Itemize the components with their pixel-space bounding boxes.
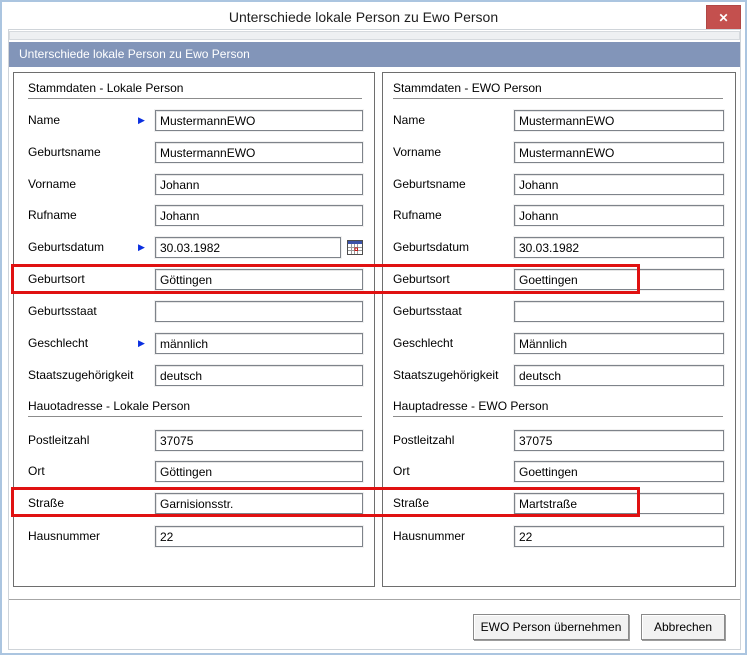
ewo-person-panel: Stammdaten - EWO Person Name Vorname Geb… bbox=[382, 72, 736, 587]
name-label-local: Name bbox=[28, 110, 60, 131]
close-button[interactable]: ✕ bbox=[706, 5, 741, 30]
stammdaten-local-heading: Stammdaten - Lokale Person bbox=[28, 81, 362, 99]
vorname-label-local: Vorname bbox=[28, 174, 76, 195]
ort-label-ewo: Ort bbox=[393, 461, 410, 482]
geburtsdatum-label-ewo: Geburtsdatum bbox=[393, 237, 469, 258]
rufname-input-local[interactable] bbox=[155, 205, 363, 226]
strasse-label-ewo: Straße bbox=[393, 493, 429, 514]
postleitzahl-label-local: Postleitzahl bbox=[28, 430, 89, 451]
name-input-local[interactable] bbox=[155, 110, 363, 131]
geschlecht-label-local: Geschlecht bbox=[28, 333, 88, 354]
geburtsstaat-input-local[interactable] bbox=[155, 301, 363, 322]
diff-arrow-icon: ▶ bbox=[138, 237, 148, 258]
calendar-icon[interactable] bbox=[347, 240, 363, 255]
geburtsdatum-input-local[interactable] bbox=[155, 237, 341, 258]
geschlecht-input-ewo[interactable] bbox=[514, 333, 724, 354]
strasse-label-local: Straße bbox=[28, 493, 64, 514]
staatszugehoerigkeit-input-local[interactable] bbox=[155, 365, 363, 386]
staatszugehoerigkeit-input-ewo[interactable] bbox=[514, 365, 724, 386]
geburtsname-input-ewo[interactable] bbox=[514, 174, 724, 195]
ort-label-local: Ort bbox=[28, 461, 45, 482]
name-label-ewo: Name bbox=[393, 110, 425, 131]
stammdaten-ewo-heading: Stammdaten - EWO Person bbox=[393, 81, 723, 99]
postleitzahl-input-local[interactable] bbox=[155, 430, 363, 451]
geschlecht-input-local[interactable] bbox=[155, 333, 363, 354]
name-input-ewo[interactable] bbox=[514, 110, 724, 131]
cancel-button[interactable]: Abbrechen bbox=[641, 614, 725, 640]
hausnummer-input-local[interactable] bbox=[155, 526, 363, 547]
close-icon: ✕ bbox=[718, 11, 728, 25]
strasse-input-ewo[interactable] bbox=[514, 493, 724, 514]
geburtsname-input-local[interactable] bbox=[155, 142, 363, 163]
rufname-input-ewo[interactable] bbox=[514, 205, 724, 226]
rufname-label-ewo: Rufname bbox=[393, 205, 442, 226]
hausnummer-label-ewo: Hausnummer bbox=[393, 526, 465, 547]
diff-arrow-icon: ▶ bbox=[138, 110, 148, 131]
adresse-local-heading: Hauotadresse - Lokale Person bbox=[28, 399, 362, 417]
strasse-input-local[interactable] bbox=[155, 493, 363, 514]
staatszugehoerigkeit-label-ewo: Staatszugehörigkeit bbox=[393, 365, 498, 386]
hausnummer-label-local: Hausnummer bbox=[28, 526, 100, 547]
geburtsdatum-label-local: Geburtsdatum bbox=[28, 237, 104, 258]
ort-input-ewo[interactable] bbox=[514, 461, 724, 482]
geburtsort-label-ewo: Geburtsort bbox=[393, 269, 450, 290]
vorname-input-ewo[interactable] bbox=[514, 142, 724, 163]
geburtsname-label-ewo: Geburtsname bbox=[393, 174, 466, 195]
dialog-window: Unterschiede lokale Person zu Ewo Person… bbox=[0, 0, 747, 655]
section-header: Unterschiede lokale Person zu Ewo Person bbox=[9, 42, 740, 67]
footer-divider bbox=[9, 599, 740, 600]
geburtsname-label-local: Geburtsname bbox=[28, 142, 101, 163]
rufname-label-local: Rufname bbox=[28, 205, 77, 226]
geschlecht-label-ewo: Geschlecht bbox=[393, 333, 453, 354]
geburtsstaat-input-ewo[interactable] bbox=[514, 301, 724, 322]
hausnummer-input-ewo[interactable] bbox=[514, 526, 724, 547]
geburtsstaat-label-ewo: Geburtsstaat bbox=[393, 301, 462, 322]
geburtsort-label-local: Geburtsort bbox=[28, 269, 85, 290]
top-strip bbox=[9, 31, 740, 40]
geburtsort-input-ewo[interactable] bbox=[514, 269, 724, 290]
postleitzahl-input-ewo[interactable] bbox=[514, 430, 724, 451]
geburtsort-input-local[interactable] bbox=[155, 269, 363, 290]
vorname-label-ewo: Vorname bbox=[393, 142, 441, 163]
diff-arrow-icon: ▶ bbox=[138, 333, 148, 354]
ort-input-local[interactable] bbox=[155, 461, 363, 482]
local-person-panel: Stammdaten - Lokale Person Name ▶ Geburt… bbox=[13, 72, 375, 587]
staatszugehoerigkeit-label-local: Staatszugehörigkeit bbox=[28, 365, 133, 386]
accept-ewo-button[interactable]: EWO Person übernehmen bbox=[473, 614, 629, 640]
dialog-title: Unterschiede lokale Person zu Ewo Person bbox=[42, 9, 685, 25]
adresse-ewo-heading: Hauptadresse - EWO Person bbox=[393, 399, 723, 417]
geburtsdatum-input-ewo[interactable] bbox=[514, 237, 724, 258]
vorname-input-local[interactable] bbox=[155, 174, 363, 195]
postleitzahl-label-ewo: Postleitzahl bbox=[393, 430, 454, 451]
geburtsstaat-label-local: Geburtsstaat bbox=[28, 301, 97, 322]
